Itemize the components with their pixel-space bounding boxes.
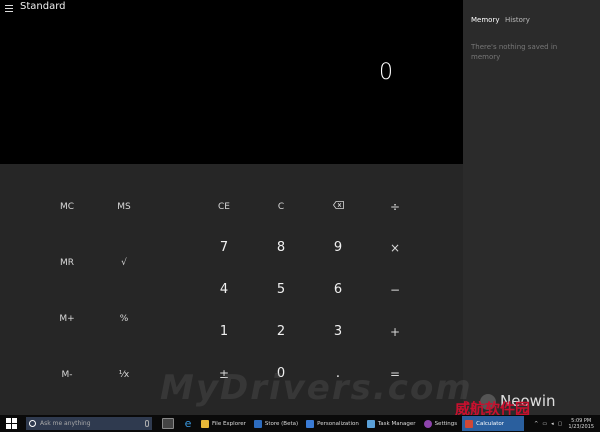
- system-tray: ^ ▭ ◂ ▢ 5:09 PM 1/23/2015: [534, 418, 600, 430]
- folder-icon: [201, 419, 209, 428]
- internet-explorer-icon[interactable]: e: [182, 418, 194, 429]
- sqrt-button[interactable]: √: [96, 248, 152, 278]
- mode-title: Standard: [20, 1, 66, 12]
- percent-button[interactable]: %: [96, 304, 152, 334]
- subtract-button[interactable]: −: [367, 275, 423, 305]
- backspace-button[interactable]: [310, 192, 366, 222]
- cortana-icon: [29, 420, 36, 427]
- reciprocal-button[interactable]: ¹⁄x: [96, 360, 152, 390]
- personalization-icon: [306, 419, 315, 428]
- m-plus-button[interactable]: M+: [39, 304, 95, 334]
- clock-date: 1/23/2015: [568, 423, 594, 430]
- mydrivers-watermark: MyDrivers.com: [160, 368, 473, 408]
- digit-2-button[interactable]: 2: [253, 317, 309, 347]
- display-value: 0: [379, 60, 393, 85]
- task-manager-icon: [366, 419, 375, 428]
- taskbar-item-store[interactable]: Store (Beta): [251, 416, 301, 431]
- m-minus-button[interactable]: M-: [39, 360, 95, 390]
- notification-icon[interactable]: ▢: [558, 421, 563, 427]
- multiply-button[interactable]: ×: [367, 233, 423, 263]
- volume-icon[interactable]: ◂: [551, 421, 554, 427]
- memory-empty-message: There's nothing saved in memory: [471, 43, 558, 61]
- start-button[interactable]: [6, 417, 20, 430]
- clear-button[interactable]: C: [253, 192, 309, 222]
- digit-4-button[interactable]: 4: [196, 275, 252, 305]
- network-icon[interactable]: ▭: [542, 421, 547, 427]
- clock-time: 5:09 PM: [571, 417, 592, 424]
- task-view-icon[interactable]: [162, 418, 174, 429]
- taskbar-item-personalization[interactable]: Personalization: [303, 416, 362, 431]
- backspace-icon: [332, 201, 344, 209]
- mr-button[interactable]: MR: [39, 248, 95, 278]
- search-placeholder: Ask me anything: [40, 420, 91, 427]
- add-button[interactable]: +: [367, 317, 423, 347]
- digit-1-button[interactable]: 1: [196, 317, 252, 347]
- hamburger-menu-icon[interactable]: [5, 5, 13, 13]
- taskbar-item-settings[interactable]: Settings: [421, 416, 461, 431]
- digit-7-button[interactable]: 7: [196, 233, 252, 263]
- divide-button[interactable]: ÷: [367, 192, 423, 222]
- digit-6-button[interactable]: 6: [310, 275, 366, 305]
- gear-icon: [423, 419, 432, 428]
- ms-button[interactable]: MS: [96, 192, 152, 222]
- screen: Standard 0 MC MS MR √ M+ % M- ¹⁄x CE C ÷…: [0, 0, 600, 432]
- digit-3-button[interactable]: 3: [310, 317, 366, 347]
- cortana-search-box[interactable]: Ask me anything: [26, 417, 152, 430]
- ce-button[interactable]: CE: [196, 192, 252, 222]
- mc-button[interactable]: MC: [39, 192, 95, 222]
- calculator-window: Standard 0 MC MS MR √ M+ % M- ¹⁄x CE C ÷…: [0, 0, 463, 415]
- calculator-icon: [465, 419, 474, 428]
- chevron-up-icon[interactable]: ^: [534, 421, 538, 427]
- display-area: Standard 0: [0, 0, 463, 164]
- taskbar-item-calculator[interactable]: Calculator: [462, 416, 525, 431]
- microphone-icon[interactable]: [145, 420, 149, 427]
- taskbar-item-task-manager[interactable]: Task Manager: [364, 416, 419, 431]
- digit-9-button[interactable]: 9: [310, 233, 366, 263]
- taskbar: Ask me anything e File Explorer Store (B…: [0, 415, 600, 432]
- digit-8-button[interactable]: 8: [253, 233, 309, 263]
- tab-history[interactable]: History: [505, 16, 530, 24]
- memory-history-panel: Memory History There's nothing saved in …: [463, 0, 600, 415]
- digit-5-button[interactable]: 5: [253, 275, 309, 305]
- taskbar-item-file-explorer[interactable]: File Explorer: [198, 416, 249, 431]
- store-icon: [253, 419, 262, 428]
- clock[interactable]: 5:09 PM 1/23/2015: [568, 418, 594, 430]
- tab-memory[interactable]: Memory: [471, 16, 499, 24]
